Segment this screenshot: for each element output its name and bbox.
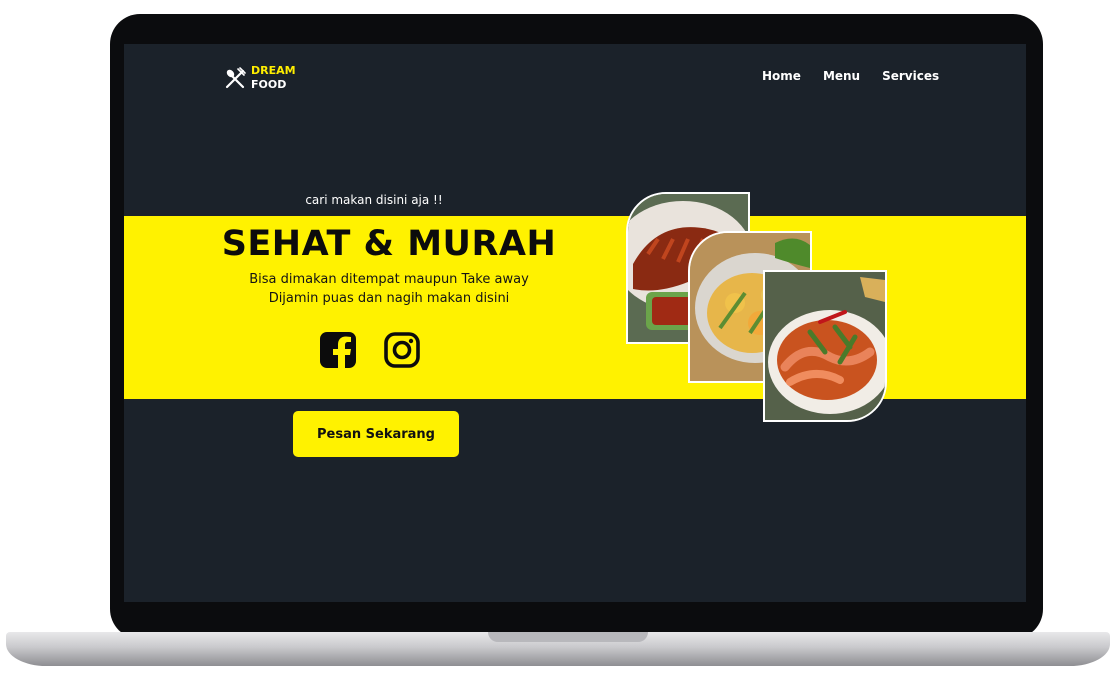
hero-subtitle-line2: Dijamin puas dan nagih makan disini	[268, 291, 510, 306]
nav-home[interactable]: Home	[762, 69, 801, 83]
nav-services[interactable]: Services	[882, 69, 939, 83]
facebook-icon[interactable]	[319, 331, 357, 369]
food-image-shrimp-dish	[763, 270, 887, 422]
laptop-notch	[488, 632, 648, 642]
order-now-button[interactable]: Pesan Sekarang	[293, 411, 459, 457]
instagram-icon[interactable]	[383, 331, 421, 369]
brand-name: DREAM FOOD	[251, 64, 296, 92]
brand-line2: FOOD	[251, 78, 287, 91]
brand-line1: DREAM	[251, 64, 296, 77]
social-links	[319, 331, 421, 369]
laptop-screen: DREAM FOOD Home Menu Services cari makan…	[124, 44, 1026, 602]
hero-tagline: cari makan disini aja !!	[305, 193, 443, 207]
hero-subtitle: Bisa dimakan ditempat maupun Take away D…	[199, 270, 579, 308]
nav-menu[interactable]: Menu	[823, 69, 860, 83]
brand-logo[interactable]: DREAM FOOD	[223, 64, 296, 92]
fork-spoon-icon	[225, 67, 246, 89]
main-nav: Home Menu Services	[762, 69, 939, 83]
hero-subtitle-line1: Bisa dimakan ditempat maupun Take away	[249, 272, 529, 287]
hero-headline: SEHAT & MURAH	[221, 224, 557, 264]
